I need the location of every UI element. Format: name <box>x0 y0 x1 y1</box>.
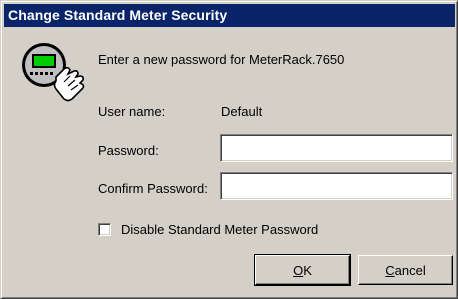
password-field[interactable] <box>220 134 453 162</box>
window-title: Change Standard Meter Security <box>8 7 228 23</box>
password-label: Password: <box>98 143 159 158</box>
disable-password-checkbox[interactable] <box>98 223 111 236</box>
confirm-password-label: Confirm Password: <box>98 181 208 196</box>
ok-button-label: OK <box>293 262 312 278</box>
confirm-password-field[interactable] <box>220 172 453 200</box>
cancel-button[interactable]: Cancel <box>358 255 453 285</box>
username-value: Default <box>221 104 263 119</box>
prompt-text: Enter a new password for MeterRack.7650 <box>98 52 345 67</box>
cancel-button-label: Cancel <box>385 262 426 278</box>
ok-button[interactable]: OK <box>254 254 351 286</box>
title-bar[interactable]: Change Standard Meter Security <box>4 4 455 27</box>
meter-with-hand-icon <box>18 41 90 103</box>
disable-password-label[interactable]: Disable Standard Meter Password <box>121 222 318 237</box>
security-dialog: Change Standard Meter Security Enter a n… <box>0 0 458 299</box>
username-label: User name: <box>98 104 166 119</box>
